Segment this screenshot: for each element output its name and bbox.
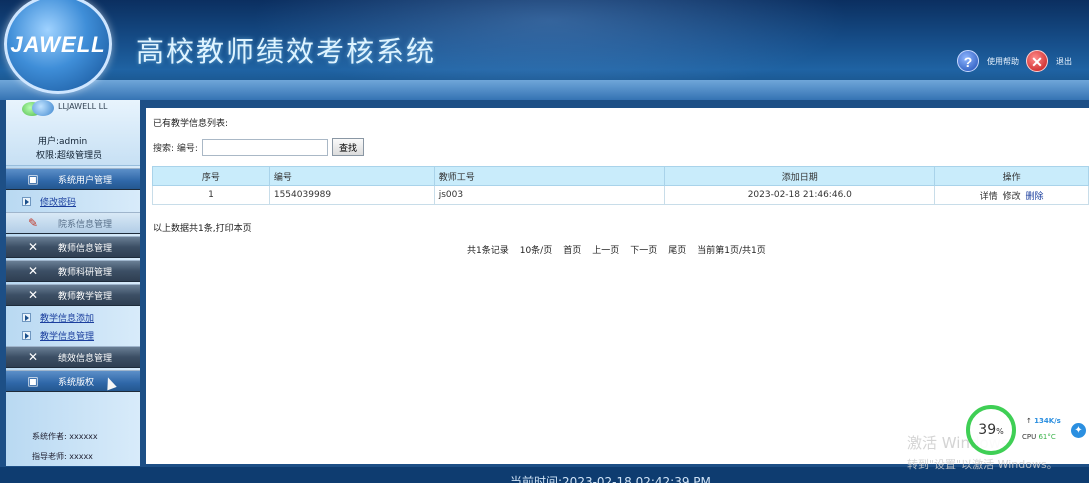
menu-label: 系统版权 (58, 377, 95, 388)
pager-last[interactable]: 尾页 (668, 243, 686, 256)
question-mark-icon[interactable]: ? (957, 50, 979, 72)
sub-item-manage-teaching[interactable]: 教学信息管理 (6, 326, 140, 344)
cpu-usage-gauge: 39% (966, 405, 1016, 455)
watermark-line-2: 转到"设置"以激活 Windows。 (907, 458, 1058, 471)
pager-status: 当前第1页/共1页 (697, 246, 766, 256)
col-index: 序号 (152, 166, 270, 186)
tools-icon: ✕ (27, 288, 39, 302)
menu-label: 系统用户管理 (58, 175, 113, 186)
edit-link[interactable]: 修改 (1003, 192, 1021, 202)
col-actions: 操作 (934, 166, 1089, 186)
tools-icon: ✕ (27, 264, 39, 278)
exit-link[interactable]: 退出 (1056, 56, 1072, 67)
col-date: 添加日期 (664, 166, 936, 186)
menu-department[interactable]: ✎ 院系信息管理 (6, 212, 140, 234)
tools-icon: ✕ (27, 240, 39, 254)
cell-teacher-id: js003 (433, 185, 666, 205)
delete-link[interactable]: 删除 (1025, 192, 1043, 202)
pager-per-page: 10条/页 (519, 246, 553, 256)
arrow-right-icon (22, 330, 31, 340)
user-panel: LLJAWELL LL 用户:admin 权限:超级管理员 (6, 100, 140, 166)
pencil-icon: ✎ (27, 216, 39, 230)
net-speed-row: ↑ 134K/s (1026, 417, 1061, 425)
search-button[interactable]: 查找 (331, 138, 364, 156)
sub-item-label: 教学信息管理 (40, 331, 95, 342)
user-admin-icon: ▣ (27, 172, 39, 186)
search-label: 搜索: 编号: (153, 143, 198, 154)
cpu-percent-unit: % (996, 427, 1004, 436)
arrow-right-icon (22, 312, 31, 322)
menu-copyright[interactable]: ▣ 系统版权 (6, 370, 140, 392)
rocket-icon[interactable]: ✦ (1071, 423, 1086, 438)
cpu-monitor-widget[interactable]: 39% ↑ 134K/s CPU 61°C ✦ (966, 405, 1089, 455)
list-title: 已有教学信息列表: (153, 119, 229, 129)
pager-prev[interactable]: 上一页 (592, 243, 619, 256)
net-speed: 134K/s (1034, 417, 1061, 425)
sidebar: LLJAWELL LL 用户:admin 权限:超级管理员 ▣ 系统用户管理 修… (6, 100, 140, 466)
print-summary[interactable]: 以上数据共1条,打印本页 (153, 221, 252, 234)
welcome-marquee: LLJAWELL LL (58, 102, 108, 111)
sub-item-label: 修改密码 (40, 197, 77, 208)
header-band (0, 80, 1089, 100)
close-x-icon[interactable]: ✕ (1026, 50, 1048, 72)
col-code: 编号 (268, 166, 435, 186)
cell-actions: 详情 修改 删除 (934, 185, 1089, 205)
search-input[interactable] (201, 138, 328, 156)
sub-item-label: 教学信息添加 (40, 313, 95, 324)
app-title: 高校教师绩效考核系统 (136, 35, 437, 68)
pager-first[interactable]: 首页 (563, 243, 581, 256)
logo-text: JAWELL (10, 32, 106, 57)
search-row: 搜索: 编号: 查找 (153, 138, 364, 156)
pager-total: 共1条记录 (467, 246, 509, 256)
cell-index: 1 (152, 185, 270, 205)
menu-teacher-research[interactable]: ✕ 教师科研管理 (6, 260, 140, 282)
menu-system-users[interactable]: ▣ 系统用户管理 (6, 168, 140, 190)
help-link[interactable]: 使用帮助 (987, 56, 1019, 67)
pagination: 共1条记录 10条/页 首页 上一页 下一页 尾页 当前第1页/共1页 (467, 243, 777, 256)
top-actions: ? 使用帮助 ✕ 退出 (957, 50, 1077, 72)
detail-link[interactable]: 详情 (980, 192, 998, 202)
menu-performance[interactable]: ✕ 绩效信息管理 (6, 346, 140, 368)
sub-item-add-teaching[interactable]: 教学信息添加 (6, 308, 140, 326)
main-content: 已有教学信息列表: 搜索: 编号: 查找 序号 编号 教师工号 添加日期 操作 … (146, 108, 1089, 464)
app-header: JAWELL 高校教师绩效考核系统 ? 使用帮助 ✕ 退出 (0, 0, 1089, 100)
advisor-line: 指导老师: xxxxx (32, 452, 93, 461)
menu-label: 绩效信息管理 (58, 353, 113, 364)
table-row: 1 1554039989 js003 2023-02-18 21:46:46.0… (152, 185, 1089, 205)
author-line: 系统作者: xxxxxx (32, 432, 98, 441)
cpu-detail-panel: ↑ 134K/s CPU 61°C ✦ (1016, 413, 1089, 447)
menu-label: 教师科研管理 (58, 267, 113, 278)
menu-teacher-info[interactable]: ✕ 教师信息管理 (6, 236, 140, 258)
cpu-temp-label: CPU (1022, 433, 1037, 441)
menu-teacher-teaching[interactable]: ✕ 教师教学管理 (6, 284, 140, 306)
pager-next[interactable]: 下一页 (630, 243, 657, 256)
cpu-temp: 61°C (1038, 433, 1056, 441)
menu-label: 教师信息管理 (58, 243, 113, 254)
col-teacher-id: 教师工号 (433, 166, 666, 186)
decorative-orb-icon (32, 100, 54, 116)
current-time: 当前时间:2023-02-18 02:42:39 PM (510, 475, 711, 483)
current-role: 权限:超级管理员 (36, 151, 103, 161)
teaching-table: 序号 编号 教师工号 添加日期 操作 1 1554039989 js003 20… (152, 166, 1089, 205)
current-user: 用户:admin (38, 137, 88, 147)
cpu-temp-row: CPU 61°C (1022, 433, 1056, 441)
menu-label: 院系信息管理 (58, 219, 113, 230)
cpu-percent: 39 (978, 422, 997, 438)
cell-date: 2023-02-18 21:46:46.0 (664, 185, 936, 205)
arrow-right-icon (22, 196, 31, 206)
menu-label: 教师教学管理 (58, 291, 113, 302)
tools-icon: ✕ (27, 350, 39, 364)
table-header-row: 序号 编号 教师工号 添加日期 操作 (152, 166, 1089, 186)
cell-code: 1554039989 (268, 185, 435, 205)
monitor-icon: ▣ (27, 374, 39, 388)
sidebar-footer: 系统作者: xxxxxx 指导老师: xxxxx (6, 430, 140, 466)
sub-item-change-password[interactable]: 修改密码 (6, 192, 140, 210)
